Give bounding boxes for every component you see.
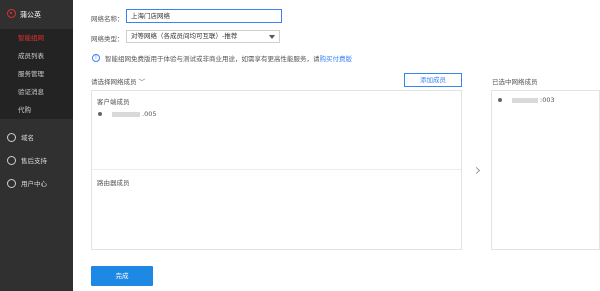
chevron-down-icon <box>269 35 275 39</box>
info-notice: ! 智能组网免费版用于体验与测试或非商业用途，如需享有更高性能服务，请 购买付费… <box>92 53 352 63</box>
select-members-label[interactable]: 请选择网络成员 ︶ <box>91 76 145 86</box>
network-name-label: 网络名称： <box>91 15 124 23</box>
network-type-select[interactable]: 对等网络（各成员间均可互联）-推荐 <box>126 30 280 43</box>
divider <box>92 169 461 170</box>
sidebar-item-purchase[interactable]: 代购 <box>0 101 73 119</box>
sidebar-item-verify-messages[interactable]: 验证消息 <box>0 83 73 101</box>
sidebar: 蒲公英 智能组网 成员列表 服务管理 验证消息 代购 域名 售后支持 用户中心 <box>0 0 73 291</box>
sidebar-item-smart-network[interactable]: 智能组网 <box>0 29 73 47</box>
sidebar-item-user-center[interactable]: 用户中心 <box>0 173 73 193</box>
user-icon <box>7 178 16 188</box>
list-item[interactable]: .005 <box>98 110 156 118</box>
buy-paid-link[interactable]: 购买付费版 <box>320 53 353 63</box>
selected-members-label: 已选中网络成员 <box>492 78 538 86</box>
select-members-text: 请选择网络成员 <box>91 78 137 86</box>
sidebar-item-label: 域名 <box>21 134 34 142</box>
sidebar-submenu: 智能组网 成员列表 服务管理 验证消息 代购 <box>0 29 73 119</box>
sidebar-item-domain[interactable]: 域名 <box>0 127 73 147</box>
add-member-button[interactable]: 添加成员 <box>404 73 462 87</box>
list-item[interactable]: :003 <box>498 96 555 104</box>
radio-dot-icon <box>498 98 502 102</box>
redacted-mask <box>112 111 140 117</box>
main-content: 网络名称： 上海门店网络 网络类型： 对等网络（各成员间均可互联）-推荐 ! 智… <box>73 0 600 291</box>
member-id: .005 <box>142 110 157 118</box>
radio-dot-icon <box>98 112 102 116</box>
sidebar-item-label: 售后支持 <box>21 157 47 165</box>
done-button[interactable]: 完成 <box>91 266 153 286</box>
brand[interactable]: 蒲公英 <box>0 4 73 22</box>
network-type-value: 对等网络（各成员间均可互联）-推荐 <box>131 32 238 40</box>
network-name-input[interactable]: 上海门店网络 <box>126 9 282 23</box>
sidebar-item-label: 用户中心 <box>21 180 47 188</box>
sidebar-item-support[interactable]: 售后支持 <box>0 150 73 170</box>
selected-members-panel: :003 <box>491 90 600 250</box>
member-id: :003 <box>540 96 555 104</box>
info-icon: ! <box>92 54 100 62</box>
chevron-right-icon[interactable] <box>472 166 481 175</box>
sidebar-item-service-management[interactable]: 服务管理 <box>0 65 73 83</box>
redacted-mask <box>512 97 538 103</box>
sidebar-item-member-list[interactable]: 成员列表 <box>0 47 73 65</box>
network-type-label: 网络类型： <box>91 35 124 43</box>
available-members-panel: 客户端成员 .005 路由器成员 <box>91 90 462 250</box>
brand-logo-icon <box>7 9 16 18</box>
router-members-title: 路由器成员 <box>97 179 130 187</box>
chevron-down-icon: ︶ <box>138 78 146 86</box>
domain-icon <box>7 132 16 142</box>
info-text: 智能组网免费版用于体验与测试或非商业用途，如需享有更高性能服务，请 <box>105 55 320 63</box>
brand-title: 蒲公英 <box>20 11 41 19</box>
support-icon <box>7 155 16 165</box>
client-members-title: 客户端成员 <box>97 98 130 106</box>
